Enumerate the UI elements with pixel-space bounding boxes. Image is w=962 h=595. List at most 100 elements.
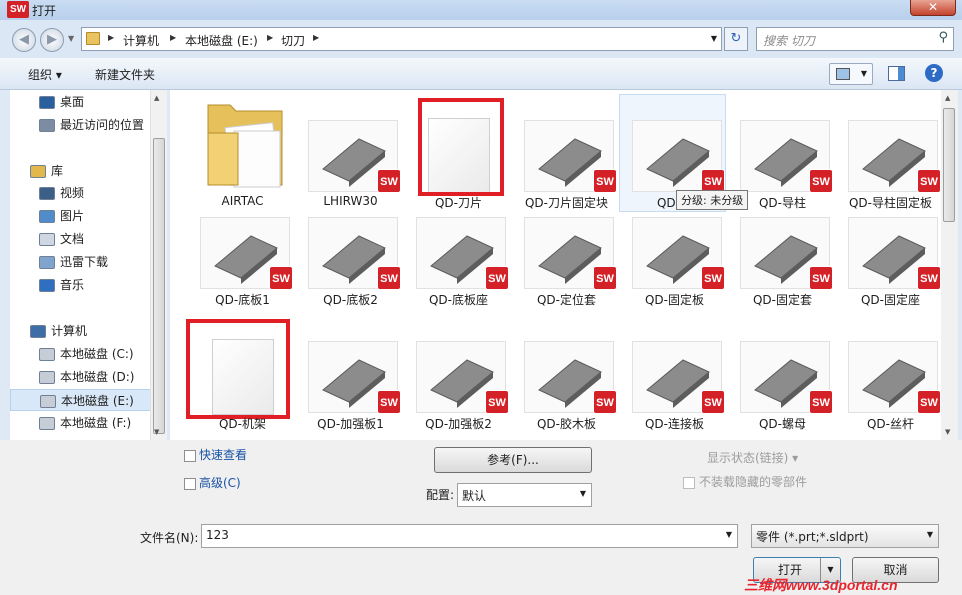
search-input[interactable]: 搜索 切刀 ⚲ — [756, 27, 954, 51]
part-thumbnail-icon: SW — [848, 120, 941, 193]
solidworks-part-icon: SW — [917, 266, 941, 290]
sidebar-item-label: 视频 — [60, 186, 85, 200]
sidebar-item[interactable]: 计算机 — [10, 320, 153, 342]
scroll-down-icon[interactable]: ▼ — [154, 428, 159, 436]
file-type-select[interactable]: 零件 (*.prt;*.sldprt) ▼ — [751, 524, 939, 548]
breadcrumb-computer[interactable]: 计算机 — [123, 32, 159, 49]
scroll-up-icon[interactable]: ▲ — [945, 94, 950, 102]
recent-pages-dropdown-icon[interactable]: ▼ — [68, 34, 74, 43]
chevron-down-icon[interactable]: ▼ — [726, 530, 732, 539]
file-item[interactable]: SW QD-底板1 — [190, 187, 295, 307]
advanced-label[interactable]: 高级(C) — [199, 474, 241, 491]
part-thumbnail-icon: SW — [632, 341, 725, 414]
drive-icon — [39, 371, 55, 384]
watermark-text: 三维网www.3dportal.cn — [744, 577, 898, 593]
scroll-thumb[interactable] — [153, 138, 165, 434]
desktop-icon — [39, 96, 55, 109]
file-item[interactable]: SW QD-加强板1 — [298, 311, 403, 431]
part-thumbnail-icon: SW — [848, 341, 941, 414]
display-state-label: 显示状态(链接) ▾ — [707, 451, 799, 465]
solidworks-part-icon: SW — [701, 266, 725, 290]
breadcrumb-separator[interactable]: ▶ — [267, 33, 273, 42]
file-item[interactable]: SW QD-胶木板 — [514, 311, 619, 431]
recent-places-icon — [39, 119, 55, 132]
forward-button[interactable]: ▶ — [40, 28, 64, 52]
solidworks-part-icon: SW — [485, 390, 509, 414]
sidebar-item-label: 音乐 — [60, 278, 85, 292]
solidworks-part-icon: SW — [377, 390, 401, 414]
sidebar-item[interactable]: 视频 — [10, 182, 153, 204]
file-item[interactable]: SW QD-固定座 — [838, 187, 941, 307]
close-button[interactable]: ✕ — [910, 0, 956, 16]
sidebar-item[interactable]: 库 — [10, 160, 153, 182]
sidebar-item[interactable]: 本地磁盘 (D:) — [10, 366, 153, 388]
breadcrumb-drive-e[interactable]: 本地磁盘 (E:) — [185, 32, 258, 49]
address-dropdown-icon[interactable]: ▼ — [711, 34, 717, 43]
new-folder-button[interactable]: 新建文件夹 — [95, 66, 155, 83]
organize-menu-button[interactable]: 组织 ▾ — [28, 66, 62, 83]
solidworks-part-icon: SW — [593, 390, 617, 414]
breadcrumb-separator[interactable]: ▶ — [170, 33, 176, 42]
reference-button[interactable]: 参考(F)... — [434, 447, 592, 473]
part-thumbnail-icon: SW — [524, 120, 617, 193]
file-item[interactable]: SW QD-连接板 — [622, 311, 727, 431]
sidebar-item[interactable]: 本地磁盘 (E:) — [10, 389, 153, 411]
folder-icon — [86, 32, 100, 45]
part-thumbnail-icon: SW — [524, 341, 617, 414]
breadcrumb-separator[interactable]: ▶ — [313, 33, 319, 42]
file-item[interactable]: SW QD-螺母 — [730, 311, 835, 431]
file-name-label: QD-底板1 — [215, 293, 270, 307]
file-item[interactable]: SW QD-丝杆 — [838, 311, 941, 431]
drive-icon — [40, 395, 56, 408]
part-thumbnail-icon: SW — [740, 341, 833, 414]
sidebar-item-label: 文档 — [60, 232, 85, 246]
search-icon[interactable]: ⚲ — [938, 30, 948, 45]
preview-pane-icon[interactable] — [888, 66, 905, 81]
chevron-down-icon[interactable]: ▼ — [861, 69, 867, 78]
refresh-button[interactable]: ↻ — [724, 27, 748, 51]
sidebar-item[interactable]: 本地磁盘 (C:) — [10, 343, 153, 365]
title-bar: SW 打开 ✕ — [0, 0, 962, 20]
file-item[interactable]: SW QD-底板2 — [298, 187, 403, 307]
file-item[interactable]: SW QD-定位套 — [514, 187, 619, 307]
part-thumbnail-icon: SW — [524, 217, 617, 290]
computer-icon — [30, 325, 46, 338]
drive-windows-icon — [39, 348, 55, 361]
filename-input[interactable]: 123 ▼ — [201, 524, 738, 548]
sidebar-item[interactable]: 图片 — [10, 205, 153, 227]
sidebar-item[interactable]: 本地磁盘 (F:) — [10, 412, 153, 434]
sidebar-item[interactable]: 桌面 — [10, 91, 153, 113]
breadcrumb-separator[interactable]: ▶ — [108, 33, 114, 42]
navigation-scrollbar[interactable]: ▲ ▼ — [150, 90, 167, 440]
sidebar-item-label: 本地磁盘 (F:) — [60, 416, 132, 430]
no-hidden-parts-checkbox[interactable] — [683, 477, 695, 489]
quick-view-checkbox[interactable] — [184, 450, 196, 462]
change-view-button[interactable]: ▼ — [829, 63, 873, 85]
chevron-down-icon: ▼ — [926, 530, 933, 539]
file-list-scrollbar[interactable]: ▲ ▼ — [941, 90, 958, 440]
file-item[interactable]: SW QD-加强板2 — [406, 311, 511, 431]
config-select[interactable]: 默认 ▼ — [457, 483, 592, 507]
scroll-thumb[interactable] — [943, 108, 955, 222]
part-thumbnail-icon: SW — [416, 341, 509, 414]
breadcrumb-qiedao[interactable]: 切刀 — [281, 32, 305, 49]
advanced-checkbox[interactable] — [184, 478, 196, 490]
part-thumbnail-icon: SW — [200, 217, 293, 290]
file-item[interactable]: QD-机架 — [186, 311, 295, 431]
sidebar-item[interactable]: 音乐 — [10, 274, 153, 296]
sidebar-item[interactable]: 迅雷下载 — [10, 251, 153, 273]
back-button[interactable]: ◀ — [12, 28, 36, 52]
folder-icon — [200, 104, 290, 192]
address-bar[interactable]: ▶ 计算机 ▶ 本地磁盘 (E:) ▶ 切刀 ▶ ▼ — [81, 27, 722, 51]
video-icon — [39, 187, 55, 200]
help-icon[interactable]: ? — [925, 64, 943, 82]
solidworks-part-icon: SW — [701, 390, 725, 414]
file-item[interactable]: SW QD-底板座 — [406, 187, 511, 307]
sidebar-item[interactable]: 最近访问的位置 — [10, 114, 153, 136]
solidworks-part-icon: SW — [809, 390, 833, 414]
part-thumbnail-icon: SW — [632, 120, 725, 193]
sidebar-item[interactable]: 文档 — [10, 228, 153, 250]
quick-view-label[interactable]: 快速查看 — [199, 446, 247, 463]
scroll-down-icon[interactable]: ▼ — [945, 428, 950, 436]
scroll-up-icon[interactable]: ▲ — [154, 94, 159, 102]
